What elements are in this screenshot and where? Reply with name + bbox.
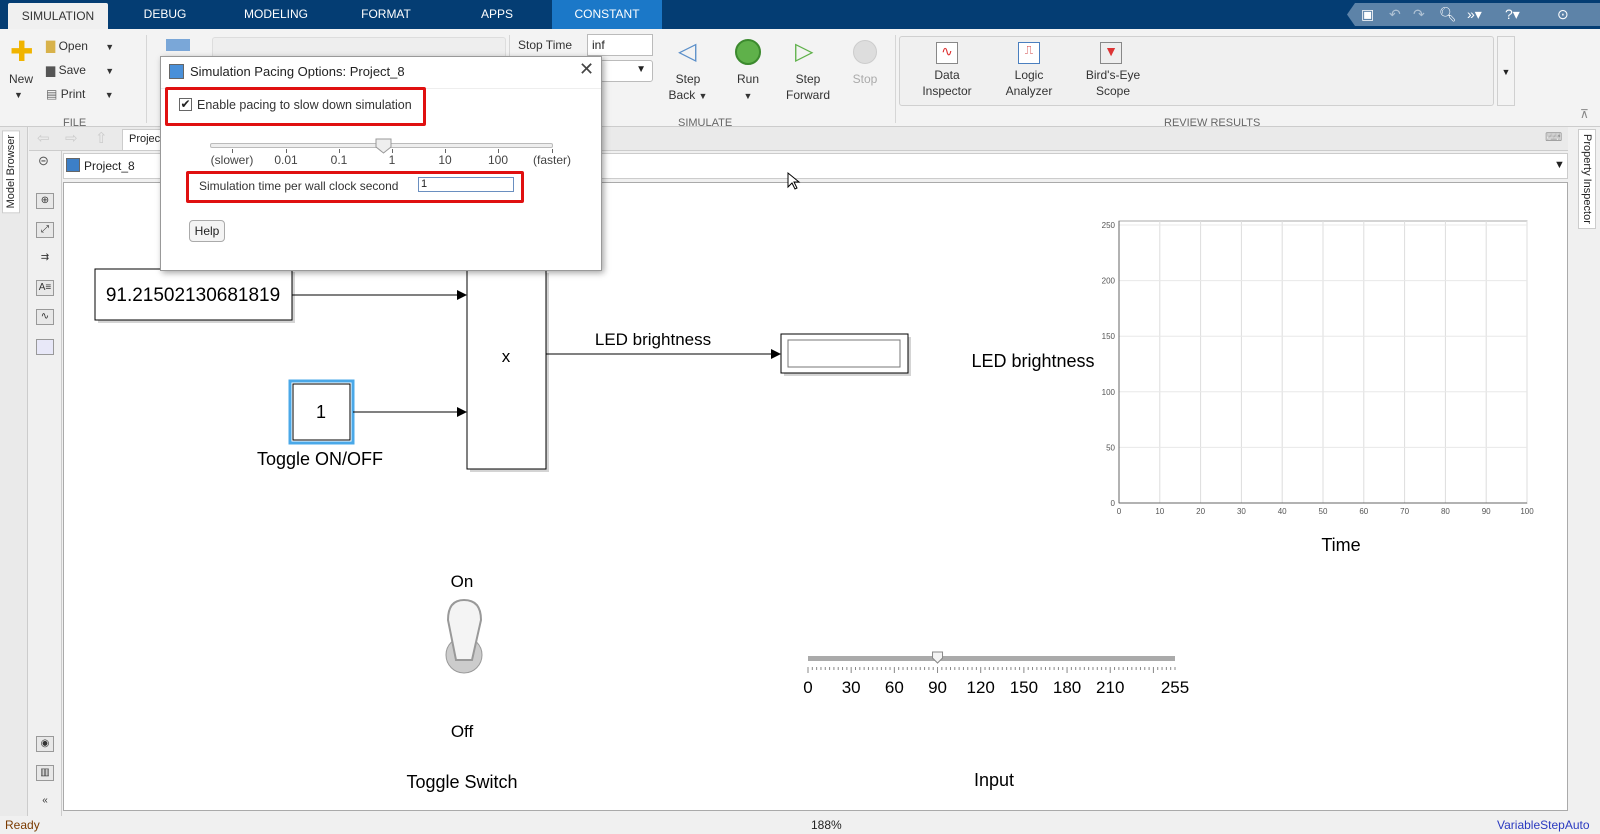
slider-tick-label: 120 bbox=[967, 678, 995, 697]
scope-xtick-label: 40 bbox=[1278, 507, 1287, 516]
slider-tick-label: 0 bbox=[803, 678, 812, 697]
mouse-cursor-icon bbox=[787, 171, 801, 190]
scope-plot[interactable]: 0 10 20 30 40 50 60 70 80 90 100 0 50 100 150 200 250 bbox=[1102, 220, 1535, 516]
sim-time-input[interactable]: 1 bbox=[418, 177, 514, 192]
scope-ytick-label: 0 bbox=[1111, 499, 1116, 508]
scope-xtick-label: 0 bbox=[1117, 507, 1122, 516]
scope-xtick-label: 90 bbox=[1482, 507, 1491, 516]
scope-ytick-label: 200 bbox=[1102, 277, 1116, 286]
status-text: Ready bbox=[5, 818, 40, 832]
scope-xtick-label: 70 bbox=[1400, 507, 1409, 516]
scope-xtick-label: 50 bbox=[1319, 507, 1328, 516]
slider-tick-label: 180 bbox=[1053, 678, 1081, 697]
slider-tick-label: 90 bbox=[928, 678, 947, 697]
scope-xtick-label: 100 bbox=[1520, 507, 1534, 516]
product-symbol: x bbox=[502, 347, 511, 366]
input-label: Input bbox=[974, 770, 1014, 790]
toggle-switch-label: Toggle Switch bbox=[406, 772, 517, 792]
slider-tick-label: 30 bbox=[842, 678, 861, 697]
slider-tick-label: 210 bbox=[1096, 678, 1124, 697]
enable-pacing-label: Enable pacing to slow down simulation bbox=[197, 98, 412, 112]
scope-xtick-label: 80 bbox=[1441, 507, 1450, 516]
product-block[interactable] bbox=[466, 269, 547, 470]
switch-on-label: On bbox=[451, 572, 474, 591]
switch-off-label: Off bbox=[451, 722, 474, 741]
pacing-slider-label: (faster) bbox=[532, 153, 571, 167]
slider-thumb bbox=[932, 651, 944, 664]
signal-label: LED brightness bbox=[595, 330, 711, 349]
scope-ytick-label: 100 bbox=[1102, 388, 1116, 397]
sim-time-label: Simulation time per wall clock second bbox=[199, 179, 399, 193]
zoom-level: 188% bbox=[811, 818, 842, 832]
toggle-switch[interactable] bbox=[445, 598, 483, 674]
enable-pacing-checkbox[interactable]: ✔ bbox=[179, 98, 192, 111]
status-bar: Ready 188% VariableStepAuto bbox=[0, 816, 1600, 834]
scope-xtick-label: 20 bbox=[1196, 507, 1205, 516]
slider-tick-label: 150 bbox=[1010, 678, 1038, 697]
scope-ytick-label: 250 bbox=[1102, 221, 1116, 230]
slider-tick-label: 255 bbox=[1161, 678, 1189, 697]
scope-xtick-label: 60 bbox=[1359, 507, 1368, 516]
pacing-slider-thumb[interactable] bbox=[375, 138, 393, 154]
scope-xlabel: Time bbox=[1321, 535, 1360, 555]
display-value-box bbox=[787, 339, 901, 368]
simulink-icon bbox=[169, 64, 184, 79]
constant-value: 91.21502130681819 bbox=[106, 285, 280, 306]
scope-xtick-label: 30 bbox=[1237, 507, 1246, 516]
scope-ytick-label: 50 bbox=[1106, 443, 1115, 452]
toggle-constant-value: 1 bbox=[316, 402, 326, 422]
slider-track bbox=[808, 656, 1175, 661]
solver-link[interactable]: VariableStepAuto bbox=[1497, 816, 1590, 834]
scope-xtick-label: 10 bbox=[1155, 507, 1164, 516]
close-icon[interactable]: ✕ bbox=[579, 59, 594, 80]
scope-ytick-label: 150 bbox=[1102, 332, 1116, 341]
simulation-pacing-dialog: Simulation Pacing Options: Project_8 ✕ ✔… bbox=[160, 56, 602, 271]
dialog-title: Simulation Pacing Options: Project_8 bbox=[190, 64, 405, 79]
slider-tick-label: 60 bbox=[885, 678, 904, 697]
input-slider[interactable]: 0 30 60 90 120 150 180 210 255 bbox=[803, 651, 1189, 697]
toggle-block-label: Toggle ON/OFF bbox=[257, 449, 383, 469]
help-button[interactable]: Help bbox=[189, 220, 225, 242]
scope-ylabel: LED brightness bbox=[971, 351, 1094, 371]
